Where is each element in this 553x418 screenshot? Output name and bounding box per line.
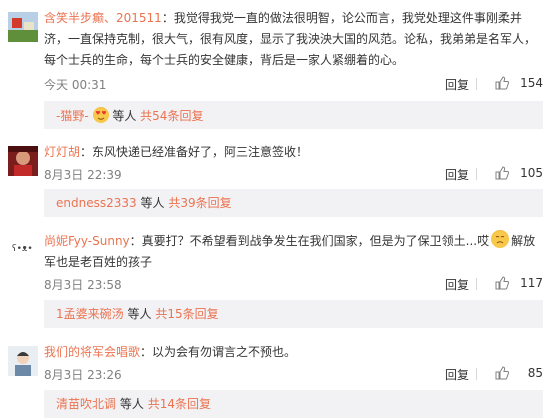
sub-reply-suffix: 等人 bbox=[127, 307, 152, 321]
sub-replies-box[interactable]: 1孟婆来碗汤 等人 共15条回复 bbox=[44, 300, 543, 328]
comment-meta: 8月3日 22:39 回复 105 bbox=[44, 164, 543, 184]
sad-face-emoji bbox=[491, 230, 510, 248]
like-button[interactable]: 154 bbox=[483, 74, 543, 94]
sub-reply-count-link[interactable]: 共39条回复 bbox=[168, 196, 231, 210]
reply-button[interactable]: 回复 bbox=[445, 276, 469, 293]
sub-reply-suffix: 等人 bbox=[112, 109, 137, 123]
like-button[interactable]: 105 bbox=[483, 164, 543, 184]
comment-time: 8月3日 23:58 bbox=[44, 278, 122, 292]
sub-reply-username[interactable]: endness2333 bbox=[56, 196, 137, 210]
sub-replies-box[interactable]: endness2333 等人 共39条回复 bbox=[44, 189, 543, 217]
comment-time: 8月3日 23:26 bbox=[44, 368, 122, 382]
sub-replies-box[interactable]: -猫野- 等人 共54条回复 bbox=[44, 101, 543, 129]
comment-text: 含笑半步癫、201511：我觉得我党一直的做法很明智，论公而言，我党处理这件事刚… bbox=[44, 11, 537, 67]
comment-text: 我们的将军会唱歌：以为会有勿谓言之不预也。 bbox=[44, 345, 297, 359]
thumbs-up-icon bbox=[495, 276, 509, 290]
reply-button[interactable]: 回复 bbox=[445, 366, 469, 383]
avatar-image: ʕ•ᴥ• bbox=[8, 232, 38, 262]
reply-button[interactable]: 回复 bbox=[445, 166, 469, 183]
avatar[interactable]: ʕ•ᴥ• bbox=[8, 232, 38, 262]
sub-reply-count-link[interactable]: 共15条回复 bbox=[155, 307, 218, 321]
like-count: 117 bbox=[520, 276, 543, 290]
avatar-image bbox=[8, 12, 38, 42]
comment-time: 今天 00:31 bbox=[44, 78, 107, 92]
avatar[interactable] bbox=[8, 146, 38, 176]
avatar[interactable] bbox=[8, 346, 38, 376]
sub-reply-username[interactable]: -猫野- bbox=[56, 109, 89, 123]
like-button[interactable]: 85 bbox=[483, 364, 543, 384]
svg-text:ʕ•ᴥ•: ʕ•ᴥ• bbox=[12, 244, 33, 254]
divider bbox=[476, 368, 477, 380]
comment-meta: 8月3日 23:26 回复 85 bbox=[44, 364, 543, 384]
like-count: 85 bbox=[527, 366, 543, 380]
like-count: 105 bbox=[520, 166, 543, 180]
like-count: 154 bbox=[520, 76, 543, 90]
comment-username[interactable]: 灯灯胡 bbox=[44, 145, 80, 159]
reply-button[interactable]: 回复 bbox=[445, 76, 469, 93]
avatar-image bbox=[8, 346, 38, 376]
sub-reply-count-link[interactable]: 共14条回复 bbox=[148, 397, 211, 411]
comment-username[interactable]: 尚妮Fyy-Sunny bbox=[44, 234, 130, 248]
comment-text: 灯灯胡：东风快递已经准备好了，阿三注意签收！ bbox=[44, 145, 309, 159]
comment-meta: 8月3日 23:58 回复 117 bbox=[44, 274, 543, 294]
thumbs-up-icon bbox=[495, 166, 509, 180]
sub-reply-username[interactable]: 清苗吹北调 bbox=[56, 397, 116, 411]
divider bbox=[476, 168, 477, 180]
avatar[interactable] bbox=[8, 12, 38, 42]
hearts-face-emoji bbox=[92, 107, 109, 123]
sub-replies-box[interactable]: 清苗吹北调 等人 共14条回复 bbox=[44, 390, 543, 418]
thumbs-up-icon bbox=[495, 366, 509, 380]
sub-reply-username[interactable]: 1孟婆来碗汤 bbox=[56, 307, 124, 321]
comment-text: 尚妮Fyy-Sunny：真要打？不希望看到战争发生在我们国家，但是为了保卫领土.… bbox=[44, 230, 543, 273]
comment-time: 8月3日 22:39 bbox=[44, 168, 122, 182]
comment-meta: 今天 00:31 回复 154 bbox=[44, 74, 543, 94]
comment-username[interactable]: 我们的将军会唱歌 bbox=[44, 345, 140, 359]
avatar-image bbox=[8, 146, 38, 176]
divider bbox=[476, 78, 477, 90]
sub-reply-suffix: 等人 bbox=[140, 196, 165, 210]
sub-reply-suffix: 等人 bbox=[119, 397, 144, 411]
sub-reply-count-link[interactable]: 共54条回复 bbox=[140, 109, 203, 123]
divider bbox=[476, 278, 477, 290]
thumbs-up-icon bbox=[495, 76, 509, 90]
comment-username[interactable]: 含笑半步癫、201511 bbox=[44, 11, 162, 25]
like-button[interactable]: 117 bbox=[483, 274, 543, 294]
